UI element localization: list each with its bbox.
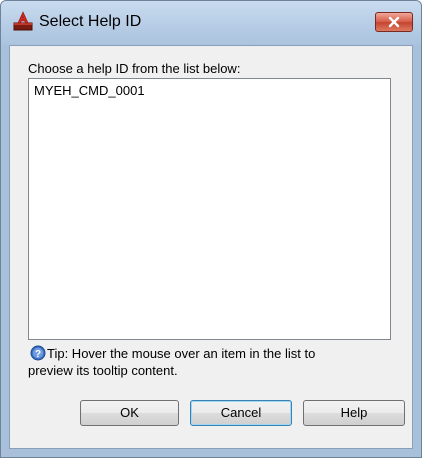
cancel-button[interactable]: Cancel	[190, 400, 292, 426]
select-help-id-dialog: Select Help ID Choose a help ID from the…	[0, 0, 422, 458]
list-prompt-label: Choose a help ID from the list below:	[28, 61, 241, 76]
tip-text-line-1: Tip: Hover the mouse over an item in the…	[47, 346, 316, 361]
title-bar[interactable]: Select Help ID	[1, 1, 421, 45]
tip-text-line-2: preview its tooltip content.	[28, 363, 178, 378]
autocad-a-icon	[13, 11, 33, 31]
ok-button[interactable]: OK	[80, 400, 179, 426]
list-item[interactable]: MYEH_CMD_0001	[34, 83, 145, 98]
window-title: Select Help ID	[39, 13, 142, 30]
close-icon	[388, 16, 400, 28]
help-button[interactable]: Help	[303, 400, 405, 426]
close-button[interactable]	[375, 12, 413, 32]
info-tip-icon: ?	[30, 345, 46, 361]
svg-text:?: ?	[35, 349, 41, 360]
help-id-list[interactable]: MYEH_CMD_0001	[28, 78, 391, 340]
